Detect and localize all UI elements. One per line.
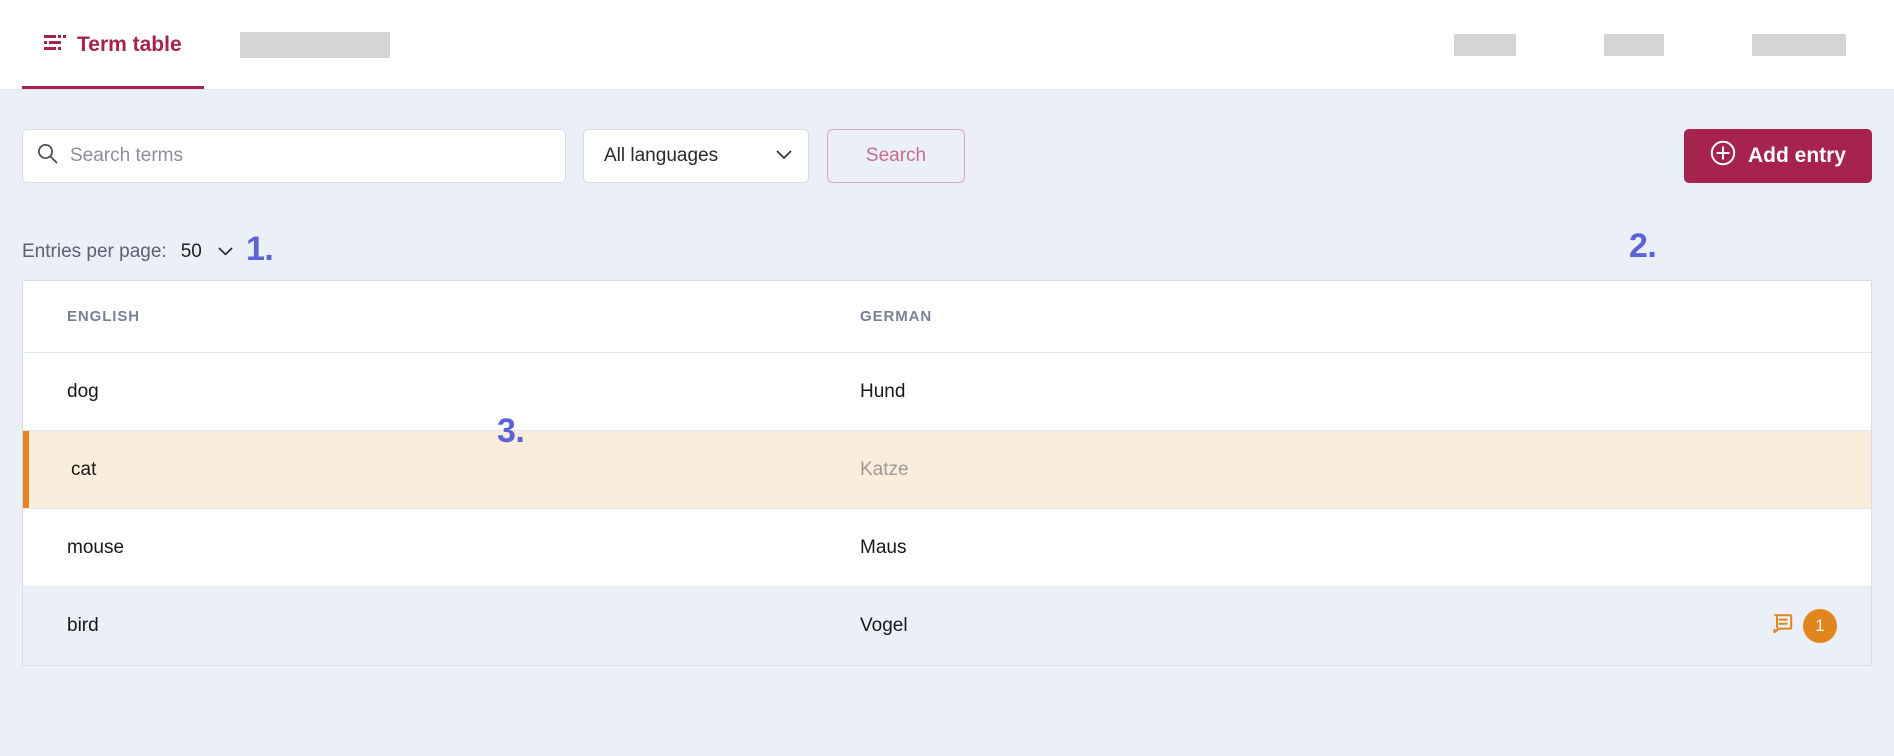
cell-german: Hund [860, 380, 906, 402]
note-icon[interactable] [1771, 613, 1793, 639]
plus-circle-icon [1710, 140, 1736, 172]
search-button[interactable]: Search [827, 129, 965, 183]
table-row[interactable]: mouse Maus [23, 509, 1871, 587]
table-row[interactable]: cat Katze [23, 431, 1871, 509]
row-actions: 1 [1771, 609, 1837, 643]
cell-german: Vogel [860, 615, 908, 636]
cell-german: Katze [860, 458, 909, 480]
entries-per-page-value: 50 [180, 241, 202, 262]
chevron-down-icon [218, 243, 233, 261]
chevron-down-icon [776, 147, 792, 165]
cell-english: dog [67, 380, 99, 402]
redacted-top-action-3[interactable] [1752, 33, 1846, 56]
redacted-top-action-2[interactable] [1604, 33, 1664, 56]
column-header-german[interactable]: GERMAN [860, 308, 1837, 325]
cell-english: mouse [67, 536, 125, 558]
column-header-english[interactable]: ENGLISH [67, 308, 860, 325]
table-row[interactable]: bird Vogel 1 [23, 587, 1871, 665]
entries-per-page-control: Entries per page: 50 [22, 241, 1872, 263]
redacted-top-action-1[interactable] [1454, 33, 1516, 56]
tab-label: Term table [77, 32, 182, 56]
cell-english: bird [67, 615, 99, 636]
top-navigation-bar: Term table [0, 0, 1894, 90]
main-content: Search terms All languages Search Add en… [0, 90, 1894, 666]
cell-german: Maus [860, 536, 907, 558]
search-input-placeholder: Search terms [70, 145, 183, 166]
search-toolbar: Search terms All languages Search Add en… [22, 90, 1872, 183]
add-entry-button[interactable]: Add entry [1683, 129, 1872, 183]
term-table: ENGLISH GERMAN dog Hund cat Katze mouse … [22, 280, 1872, 666]
entries-per-page-label: Entries per page: [22, 241, 167, 262]
search-icon [37, 143, 58, 169]
add-entry-button-label: Add entry [1747, 144, 1846, 167]
tab-list: Term table [0, 0, 390, 89]
entries-per-page-select[interactable]: 50 [181, 241, 233, 263]
table-header-row: ENGLISH GERMAN [23, 281, 1871, 353]
language-filter-select[interactable]: All languages [583, 129, 809, 183]
top-bar-right-actions [1454, 0, 1894, 89]
language-filter-value: All languages [604, 145, 719, 166]
term-table-icon [44, 33, 66, 57]
tab-term-table[interactable]: Term table [22, 0, 204, 89]
redacted-tab-placeholder[interactable] [239, 31, 390, 58]
cell-english: cat [71, 458, 97, 480]
search-input[interactable]: Search terms [22, 129, 566, 183]
table-row[interactable]: dog Hund [23, 353, 1871, 431]
note-count-badge[interactable]: 1 [1803, 609, 1837, 643]
